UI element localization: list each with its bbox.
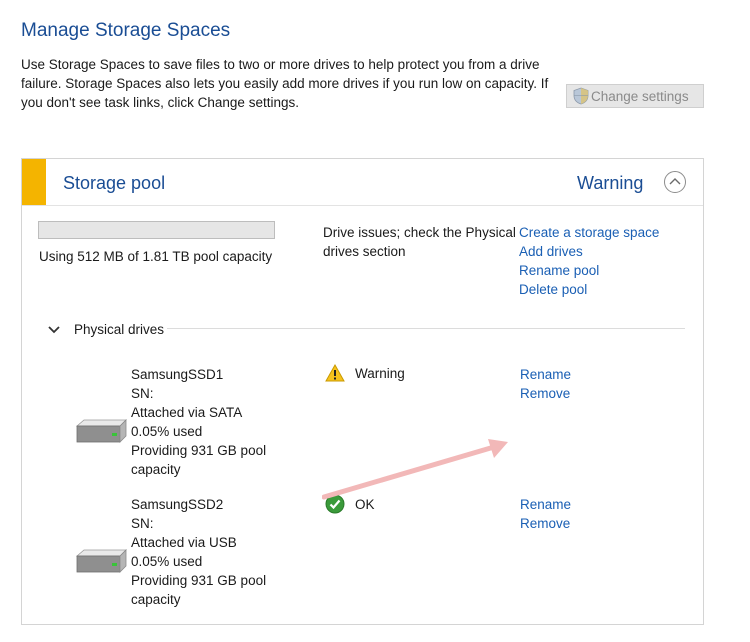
annotation-arrow-icon	[322, 439, 508, 500]
hard-drive-icon	[75, 419, 127, 443]
add-drives-link[interactable]: Add drives	[519, 242, 659, 261]
hard-drive-icon	[75, 549, 127, 573]
drive-usage: 0.05% used	[131, 554, 203, 569]
pool-capacity-bar	[38, 221, 275, 239]
drive-status: Warning	[325, 364, 405, 382]
drive-usage: 0.05% used	[131, 424, 203, 439]
create-storage-space-link[interactable]: Create a storage space	[519, 223, 659, 242]
drive-connection: Attached via SATA	[131, 405, 243, 420]
delete-pool-link[interactable]: Delete pool	[519, 280, 659, 299]
drive-providing-cont: capacity	[131, 462, 181, 477]
drive-connection: Attached via USB	[131, 535, 237, 550]
drive-serial: SN:	[131, 516, 154, 531]
page-title: Manage Storage Spaces	[21, 20, 231, 41]
remove-drive-link[interactable]: Remove	[520, 514, 571, 533]
drive-providing: Providing 931 GB pool	[131, 573, 267, 588]
drive-status-text: Warning	[355, 365, 405, 381]
pool-capacity-text: Using 512 MB of 1.81 TB pool capacity	[39, 249, 273, 264]
drive-details: SamsungSSD2 SN: Attached via USB 0.05% u…	[131, 495, 266, 609]
collapse-button[interactable]	[664, 171, 686, 193]
uac-shield-icon	[573, 87, 589, 105]
drive-details: SamsungSSD1 SN: Attached via SATA 0.05% …	[131, 365, 266, 479]
remove-drive-link[interactable]: Remove	[520, 384, 571, 403]
chevron-down-icon[interactable]	[46, 324, 62, 336]
rename-drive-link[interactable]: Rename	[520, 365, 571, 384]
change-settings-button[interactable]: Change settings	[566, 84, 704, 108]
warning-accent-bar	[22, 159, 46, 205]
pool-title: Storage pool	[63, 173, 166, 193]
change-settings-label: Change settings	[591, 88, 689, 104]
physical-drives-label[interactable]: Physical drives	[74, 322, 164, 337]
drive-providing: Providing 931 GB pool	[131, 443, 267, 458]
chevron-up-icon	[669, 178, 681, 185]
drive-name: SamsungSSD2	[131, 497, 224, 512]
drive-actions: Rename Remove	[520, 365, 571, 403]
warning-icon	[325, 364, 345, 382]
storage-pool-header: Storage pool Warning	[22, 159, 703, 206]
section-divider	[167, 328, 685, 329]
pool-issue-text: Drive issues; check the Physical drives …	[323, 225, 516, 259]
pool-status: Warning	[577, 173, 644, 193]
drive-name: SamsungSSD1	[131, 367, 224, 382]
drive-serial: SN:	[131, 386, 154, 401]
pool-task-links: Create a storage space Add drives Rename…	[519, 223, 659, 299]
intro-text: Use Storage Spaces to save files to two …	[21, 57, 549, 110]
storage-pool-panel: Storage pool Warning Using 512 MB of 1.8…	[21, 158, 704, 625]
drive-providing-cont: capacity	[131, 592, 181, 607]
rename-pool-link[interactable]: Rename pool	[519, 261, 659, 280]
